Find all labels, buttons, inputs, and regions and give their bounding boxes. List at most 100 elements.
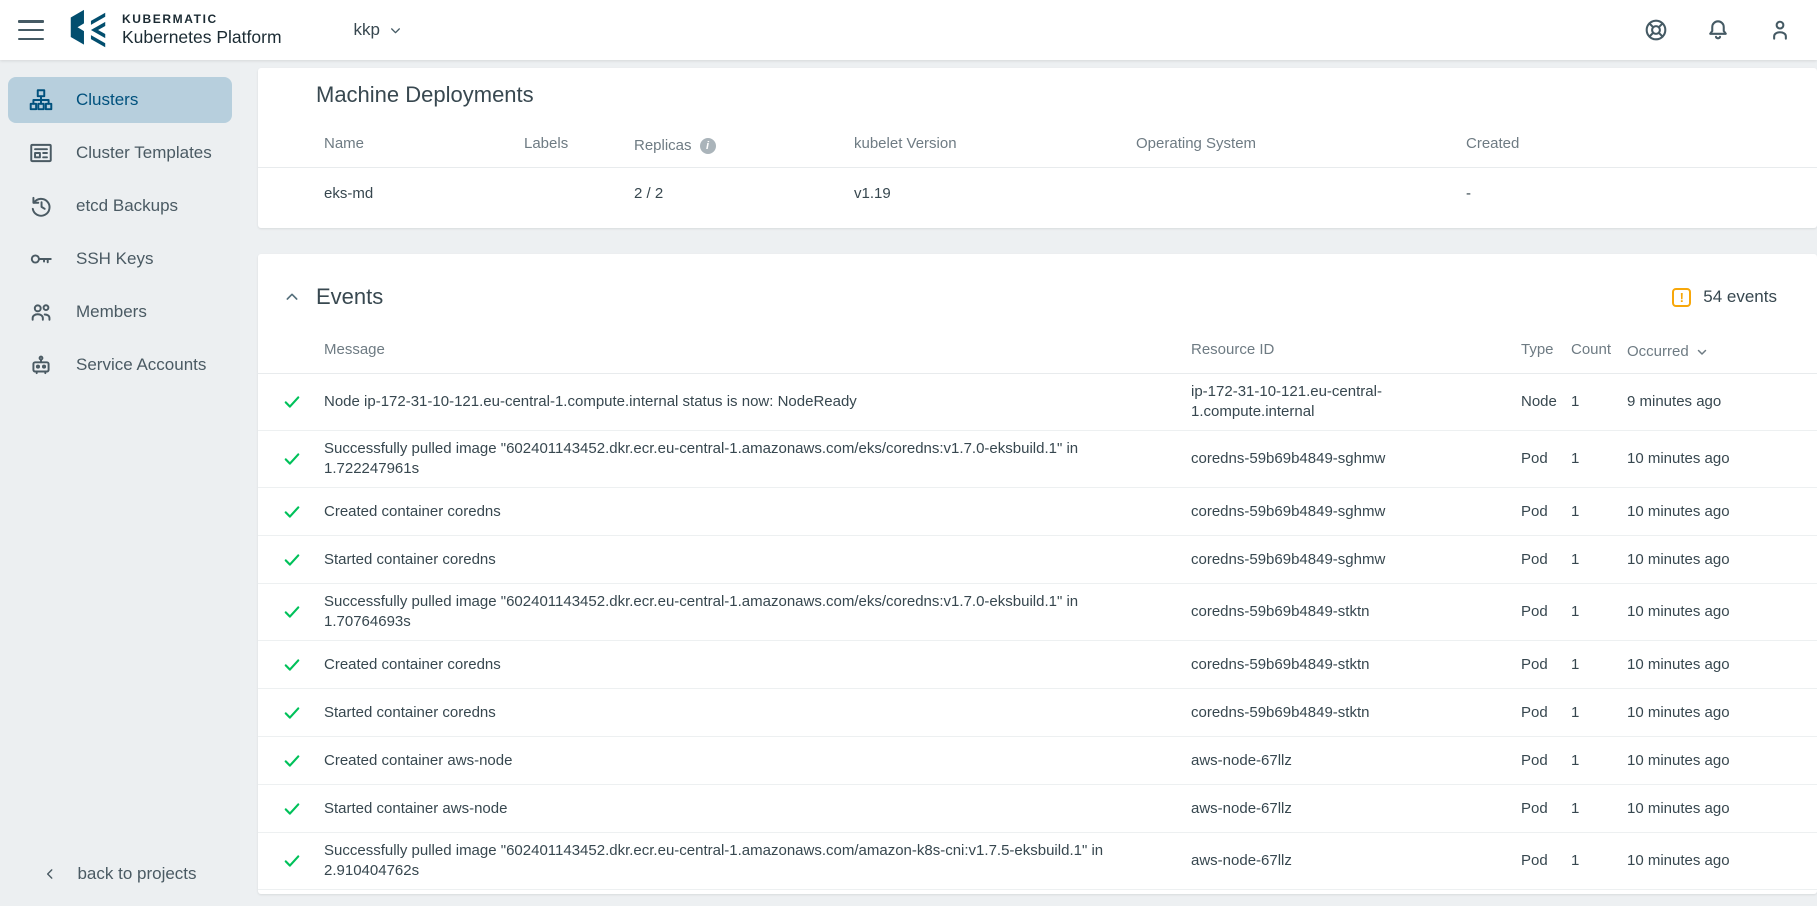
event-resource-id: coredns-59b69b4849-stktn <box>1191 703 1521 723</box>
sidebar-item-members[interactable]: Members <box>8 289 232 335</box>
sidebar: Clusters Cluster Templates etcd Backups … <box>0 60 240 906</box>
md-kubelet-version: v1.19 <box>854 184 1136 204</box>
success-check-icon <box>282 655 324 675</box>
event-row: Created container coredns coredns-59b69b… <box>258 488 1817 536</box>
event-count: 1 <box>1571 392 1627 412</box>
sidebar-item-cluster-templates[interactable]: Cluster Templates <box>8 130 232 176</box>
sidebar-item-etcd-backups[interactable]: etcd Backups <box>8 183 232 229</box>
column-header-name: Name <box>324 134 524 154</box>
event-resource-id: coredns-59b69b4849-sghmw <box>1191 550 1521 570</box>
event-occurred: 10 minutes ago <box>1627 449 1777 469</box>
event-type: Pod <box>1521 502 1571 522</box>
machine-deployments-table-header: Name Labels Replicas i kubelet Version O… <box>258 108 1817 168</box>
md-name: eks-md <box>324 184 524 204</box>
column-header-occurred: Occurred <box>1627 343 1689 360</box>
project-selector[interactable]: kkp <box>354 20 402 40</box>
event-resource-id: ip-172-31-10-121.eu-central-1.compute.in… <box>1191 382 1521 422</box>
success-check-icon <box>282 392 324 412</box>
event-type: Pod <box>1521 550 1571 570</box>
success-check-icon <box>282 550 324 570</box>
event-type: Pod <box>1521 655 1571 675</box>
column-header-kubelet-version: kubelet Version <box>854 134 1136 154</box>
md-created: - <box>1466 184 1777 204</box>
event-message: Created container aws-node <box>324 751 1124 771</box>
event-row: Successfully pulled image "602401143452.… <box>258 431 1817 488</box>
event-occurred: 10 minutes ago <box>1627 502 1777 522</box>
event-occurred: 10 minutes ago <box>1627 550 1777 570</box>
info-icon[interactable]: i <box>700 138 716 154</box>
column-header-occurred-sort[interactable]: Occurred <box>1627 343 1777 360</box>
sidebar-item-label: SSH Keys <box>76 249 153 269</box>
event-row: Started container aws-node aws-node-67ll… <box>258 785 1817 833</box>
events-table-header: Message Resource ID Type Count Occurred <box>258 310 1817 374</box>
brand: KUBERMATIC Kubernetes Platform <box>122 13 282 47</box>
back-to-projects-label: back to projects <box>77 864 196 884</box>
column-header-message: Message <box>324 340 1191 360</box>
event-message: Started container aws-node <box>324 799 1124 819</box>
event-type: Pod <box>1521 703 1571 723</box>
sidebar-item-service-accounts[interactable]: Service Accounts <box>8 342 232 388</box>
success-check-icon <box>282 502 324 522</box>
event-count: 1 <box>1571 602 1627 622</box>
event-type: Pod <box>1521 449 1571 469</box>
user-icon[interactable] <box>1767 17 1793 43</box>
event-count: 1 <box>1571 655 1627 675</box>
help-icon[interactable] <box>1643 17 1669 43</box>
sidebar-item-clusters[interactable]: Clusters <box>8 77 232 123</box>
event-type: Pod <box>1521 799 1571 819</box>
project-name: kkp <box>354 20 380 40</box>
event-type: Pod <box>1521 851 1571 871</box>
column-header-replicas: Replicas <box>634 137 692 154</box>
collapse-events-icon[interactable] <box>284 289 300 305</box>
sort-chevron-down-icon <box>1696 346 1708 358</box>
event-resource-id: coredns-59b69b4849-sghmw <box>1191 449 1521 469</box>
event-message: Created container coredns <box>324 502 1124 522</box>
column-header-created: Created <box>1466 134 1777 154</box>
event-count: 1 <box>1571 703 1627 723</box>
brand-name: KUBERMATIC <box>122 13 282 27</box>
menu-toggle-icon[interactable] <box>18 20 44 40</box>
clusters-icon <box>28 87 54 113</box>
event-message: Started container coredns <box>324 703 1124 723</box>
event-count: 1 <box>1571 799 1627 819</box>
event-resource-id: aws-node-67llz <box>1191 751 1521 771</box>
success-check-icon <box>282 602 324 622</box>
success-check-icon <box>282 799 324 819</box>
event-type: Pod <box>1521 602 1571 622</box>
notifications-icon[interactable] <box>1705 17 1731 43</box>
chevron-down-icon <box>389 24 402 37</box>
event-row: Created container aws-node aws-node-67ll… <box>258 737 1817 785</box>
ssh-keys-icon <box>28 246 54 272</box>
brand-product: Kubernetes Platform <box>122 27 282 47</box>
machine-deployments-title: Machine Deployments <box>258 68 1817 108</box>
event-row: Successfully pulled image "602401143452.… <box>258 584 1817 641</box>
event-resource-id: coredns-59b69b4849-stktn <box>1191 655 1521 675</box>
column-header-operating-system: Operating System <box>1136 134 1466 154</box>
success-check-icon <box>282 851 324 871</box>
event-row: Successfully pulled image "602401143452.… <box>258 833 1817 890</box>
back-to-projects-link[interactable]: back to projects <box>0 864 240 884</box>
event-resource-id: coredns-59b69b4849-stktn <box>1191 602 1521 622</box>
event-occurred: 10 minutes ago <box>1627 655 1777 675</box>
md-replicas: 2 / 2 <box>634 184 854 204</box>
success-check-icon <box>282 703 324 723</box>
success-check-icon <box>282 449 324 469</box>
event-message: Started container coredns <box>324 550 1124 570</box>
sidebar-item-label: Service Accounts <box>76 355 206 375</box>
event-message: Node ip-172-31-10-121.eu-central-1.compu… <box>324 392 1124 412</box>
service-accounts-icon <box>28 352 54 378</box>
chevron-left-icon <box>43 867 57 881</box>
machine-deployment-row[interactable]: eks-md 2 / 2 v1.19 - <box>258 168 1817 220</box>
event-count: 1 <box>1571 502 1627 522</box>
event-row: Node ip-172-31-10-121.eu-central-1.compu… <box>258 374 1817 431</box>
event-row: Started container coredns coredns-59b69b… <box>258 536 1817 584</box>
events-count-badge: 54 events <box>1703 287 1777 307</box>
event-occurred: 9 minutes ago <box>1627 392 1777 412</box>
event-resource-id: aws-node-67llz <box>1191 851 1521 871</box>
event-type: Pod <box>1521 751 1571 771</box>
sidebar-item-label: Members <box>76 302 147 322</box>
sidebar-item-ssh-keys[interactable]: SSH Keys <box>8 236 232 282</box>
event-count: 1 <box>1571 851 1627 871</box>
event-message: Successfully pulled image "602401143452.… <box>324 592 1124 632</box>
event-occurred: 10 minutes ago <box>1627 751 1777 771</box>
